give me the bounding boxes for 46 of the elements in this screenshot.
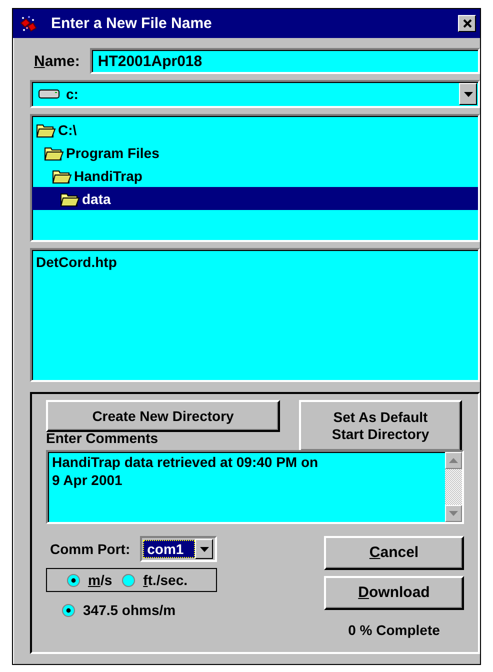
comments-label: Enter Comments — [46, 430, 158, 446]
caret-icon — [464, 92, 472, 96]
scroll-up-icon — [449, 458, 458, 463]
name-label: Name: — [34, 52, 80, 70]
progress-text: 0 % Complete — [348, 622, 440, 638]
close-icon — [462, 19, 472, 28]
caret-icon — [200, 546, 209, 552]
file-item[interactable]: DetCord.htp — [36, 253, 474, 271]
create-directory-button[interactable]: Create New Directory — [46, 400, 280, 432]
action-button[interactable]: Cancel — [324, 536, 464, 570]
close-button[interactable] — [458, 15, 476, 32]
folder-icon — [36, 122, 56, 138]
folder-name: data — [82, 190, 111, 206]
radio-icon — [62, 604, 75, 616]
radio-icon — [122, 574, 136, 586]
scrollbar[interactable] — [445, 452, 462, 522]
app-icon — [19, 14, 37, 32]
window-title: Enter a New File Name — [51, 15, 213, 32]
folder-icon — [60, 190, 80, 206]
drive-dropdown[interactable]: c: — [30, 80, 480, 108]
tree-item[interactable]: Program Files — [32, 141, 478, 164]
drive-icon — [38, 88, 60, 100]
folder-name: HandiTrap — [74, 168, 142, 184]
tree-item[interactable]: HandiTrap — [32, 164, 478, 187]
dropdown-button[interactable] — [195, 539, 214, 559]
resistance-radio[interactable]: 347.5 ohms/m — [46, 602, 218, 618]
folder-icon — [52, 168, 72, 184]
unit-radio[interactable]: ft./sec. — [122, 572, 188, 588]
comm-port-label: Comm Port: — [50, 541, 130, 557]
folder-name: Program Files — [66, 144, 160, 160]
dropdown-button[interactable] — [459, 83, 477, 105]
comm-port-value: com1 — [143, 540, 196, 558]
folder-icon — [44, 144, 64, 160]
scroll-down-icon — [449, 511, 458, 516]
radio-icon — [67, 574, 80, 586]
comm-port-dropdown[interactable]: com1 — [140, 536, 218, 562]
action-button[interactable]: Download — [324, 576, 464, 610]
folder-name: C:\ — [58, 122, 77, 138]
name-field[interactable]: HT2001Apr018 — [90, 48, 480, 74]
unit-radio[interactable]: m/s — [67, 572, 112, 588]
set-default-button[interactable]: Set As Default Start Directory — [299, 400, 462, 452]
comments-field[interactable]: HandiTrap data retrieved at 09:40 PM on 9 Apr 2001 — [46, 450, 464, 524]
tree-item[interactable]: C:\ — [32, 118, 478, 141]
tree-item[interactable]: data — [32, 187, 478, 210]
drive-value: c: — [66, 86, 80, 102]
comments-text: HandiTrap data retrieved at 09:40 PM on 9 Apr 2001 — [51, 453, 320, 490]
